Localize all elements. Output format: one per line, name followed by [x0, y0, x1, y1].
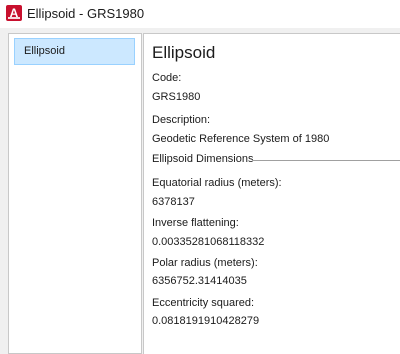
nav-item-ellipsoid[interactable]: Ellipsoid: [14, 38, 135, 65]
navigation-pane: Ellipsoid: [8, 33, 142, 354]
inverse-flattening-label: Inverse flattening:: [152, 217, 239, 229]
polar-radius-value: 6356752.31414035: [152, 275, 247, 287]
details-pane: Ellipsoid Code: GRS1980 Description: Geo…: [143, 33, 400, 354]
eccentricity-value: 0.0818191910428279: [152, 315, 260, 327]
details-heading: Ellipsoid: [152, 43, 216, 62]
code-label: Code:: [152, 72, 182, 84]
inverse-flattening-value: 0.00335281068118332: [152, 236, 265, 248]
ellipsoid-dimensions-section: Ellipsoid Dimensions: [152, 153, 400, 167]
app-icon: A: [6, 5, 22, 21]
code-value: GRS1980: [152, 91, 201, 103]
eccentricity-label: Eccentricity squared:: [152, 297, 255, 309]
window-title: Ellipsoid - GRS1980: [27, 6, 145, 21]
section-divider: [252, 160, 400, 161]
dialog-body: Ellipsoid Ellipsoid Code: GRS1980 Descri…: [0, 28, 400, 354]
equatorial-radius-label: Equatorial radius (meters):: [152, 177, 282, 189]
ellipsoid-window: A Ellipsoid - GRS1980 Ellipsoid Ellipsoi…: [0, 0, 400, 354]
section-title: Ellipsoid Dimensions: [152, 153, 254, 165]
polar-radius-label: Polar radius (meters):: [152, 257, 258, 269]
title-bar[interactable]: A Ellipsoid - GRS1980: [0, 0, 400, 28]
description-value: Geodetic Reference System of 1980: [152, 133, 330, 145]
equatorial-radius-value: 6378137: [152, 196, 195, 208]
description-label: Description:: [152, 114, 211, 126]
